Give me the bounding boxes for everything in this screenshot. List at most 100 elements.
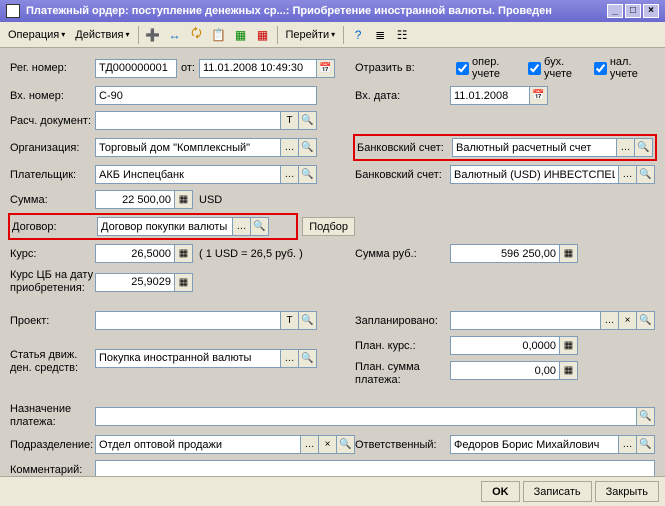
app-icon <box>6 4 20 18</box>
calc-doc-input[interactable] <box>95 111 281 130</box>
close-button[interactable]: × <box>643 4 659 18</box>
cb-rate-label: Курс ЦБ на дату приобретения: <box>10 269 95 295</box>
save-button[interactable]: Записать <box>523 481 592 502</box>
buh-chk-label: бух. учете <box>544 56 588 80</box>
contract-input[interactable] <box>97 217 233 236</box>
search-icon[interactable]: 🔍 <box>251 217 269 236</box>
minimize-button[interactable]: _ <box>607 4 623 18</box>
planned-label: Запланировано: <box>355 315 450 327</box>
calc-icon[interactable]: ▦ <box>560 336 578 355</box>
in-no-input[interactable] <box>95 86 317 105</box>
calc-icon[interactable]: ▦ <box>175 273 193 292</box>
select-button[interactable]: … <box>601 311 619 330</box>
reg-date-input[interactable] <box>199 59 317 78</box>
toolbar: Операция Действия ➕ ↔ 🗘 📋 ▦ ▦ Перейти ? … <box>0 22 665 48</box>
navigate-icon[interactable]: ↔ <box>165 25 185 45</box>
report-icon[interactable]: ☷ <box>392 25 412 45</box>
text-button[interactable]: T <box>281 311 299 330</box>
form-content: Рег. номер: от: 📅 Отразить в: опер. учет… <box>0 48 665 489</box>
sum-rub-input[interactable] <box>450 244 560 263</box>
list-icon[interactable]: ≣ <box>370 25 390 45</box>
org-input[interactable] <box>95 138 281 157</box>
search-icon[interactable]: 🔍 <box>299 165 317 184</box>
calc-doc-label: Расч. документ: <box>10 115 95 127</box>
dept-label: Подразделение: <box>10 439 95 451</box>
bank-acc-input[interactable] <box>452 138 617 157</box>
actions-menu[interactable]: Действия <box>71 27 133 43</box>
search-icon[interactable]: 🔍 <box>637 407 655 426</box>
search-icon[interactable]: 🔍 <box>299 311 317 330</box>
reg-no-input[interactable] <box>95 59 177 78</box>
toolbar-separator <box>343 26 344 44</box>
search-icon[interactable]: 🔍 <box>337 435 355 454</box>
search-icon[interactable]: 🔍 <box>637 435 655 454</box>
cb-rate-input[interactable] <box>95 273 175 292</box>
search-icon[interactable]: 🔍 <box>299 111 317 130</box>
sum-label: Сумма: <box>10 194 95 206</box>
clear-button[interactable]: × <box>319 435 337 454</box>
operation-menu[interactable]: Операция <box>4 27 69 43</box>
search-icon[interactable]: 🔍 <box>637 165 655 184</box>
search-icon[interactable]: 🔍 <box>637 311 655 330</box>
select-button[interactable]: … <box>617 138 635 157</box>
oper-checkbox[interactable] <box>456 62 469 75</box>
calc-icon[interactable]: ▦ <box>175 244 193 263</box>
select-button[interactable]: … <box>281 138 299 157</box>
calc-icon[interactable]: ▦ <box>560 361 578 380</box>
title-bar: Платежный ордер: поступление денежных ср… <box>0 0 665 22</box>
rate-input[interactable] <box>95 244 175 263</box>
window-title: Платежный ордер: поступление денежных ср… <box>26 5 605 17</box>
close-button[interactable]: Закрыть <box>595 481 659 502</box>
nal-checkbox[interactable] <box>594 62 607 75</box>
dept-input[interactable] <box>95 435 301 454</box>
resp-input[interactable] <box>450 435 619 454</box>
select-button[interactable]: … <box>281 349 299 368</box>
calendar-icon[interactable]: 📅 <box>317 59 335 78</box>
planned-input[interactable] <box>450 311 601 330</box>
sum-rub-label: Сумма руб.: <box>355 248 450 260</box>
refresh-icon[interactable]: 🗘 <box>187 25 207 45</box>
sum-input[interactable] <box>95 190 175 209</box>
calendar-icon[interactable]: 📅 <box>530 86 548 105</box>
ok-button[interactable]: OK <box>481 481 520 502</box>
plan-sum-input[interactable] <box>450 361 560 380</box>
help-icon[interactable]: ? <box>348 25 368 45</box>
buh-checkbox[interactable] <box>528 62 541 75</box>
copy-icon[interactable]: 📋 <box>209 25 229 45</box>
currency-text: USD <box>199 194 222 206</box>
select-button[interactable]: Подбор <box>302 217 355 236</box>
goto-menu[interactable]: Перейти <box>282 27 340 43</box>
text-button[interactable]: T <box>281 111 299 130</box>
rate-label: Курс: <box>10 248 95 260</box>
bottom-bar: OK Записать Закрыть <box>0 476 665 506</box>
unpost-icon[interactable]: ▦ <box>253 25 273 45</box>
toolbar-separator <box>138 26 139 44</box>
flow-item-input[interactable] <box>95 349 281 368</box>
maximize-button[interactable]: □ <box>625 4 641 18</box>
project-input[interactable] <box>95 311 281 330</box>
bank-acc2-label: Банковский счет: <box>355 169 450 181</box>
bank-acc2-input[interactable] <box>450 165 619 184</box>
purpose-input[interactable] <box>95 407 637 426</box>
search-icon[interactable]: 🔍 <box>299 138 317 157</box>
in-date-input[interactable] <box>450 86 530 105</box>
select-button[interactable]: … <box>619 435 637 454</box>
select-button[interactable]: … <box>301 435 319 454</box>
plan-rate-input[interactable] <box>450 336 560 355</box>
purpose-label: Назначение платежа: <box>10 403 95 429</box>
calc-icon[interactable]: ▦ <box>175 190 193 209</box>
from-label: от: <box>181 62 195 74</box>
calc-icon[interactable]: ▦ <box>560 244 578 263</box>
post-icon[interactable]: ▦ <box>231 25 251 45</box>
payer-input[interactable] <box>95 165 281 184</box>
search-icon[interactable]: 🔍 <box>299 349 317 368</box>
oper-chk-label: опер. учете <box>472 56 522 80</box>
select-button[interactable]: … <box>619 165 637 184</box>
clear-button[interactable]: × <box>619 311 637 330</box>
select-button[interactable]: … <box>233 217 251 236</box>
plan-rate-label: План. курс.: <box>355 340 450 352</box>
org-label: Организация: <box>10 142 95 154</box>
save-icon[interactable]: ➕ <box>143 25 163 45</box>
select-button[interactable]: … <box>281 165 299 184</box>
search-icon[interactable]: 🔍 <box>635 138 653 157</box>
